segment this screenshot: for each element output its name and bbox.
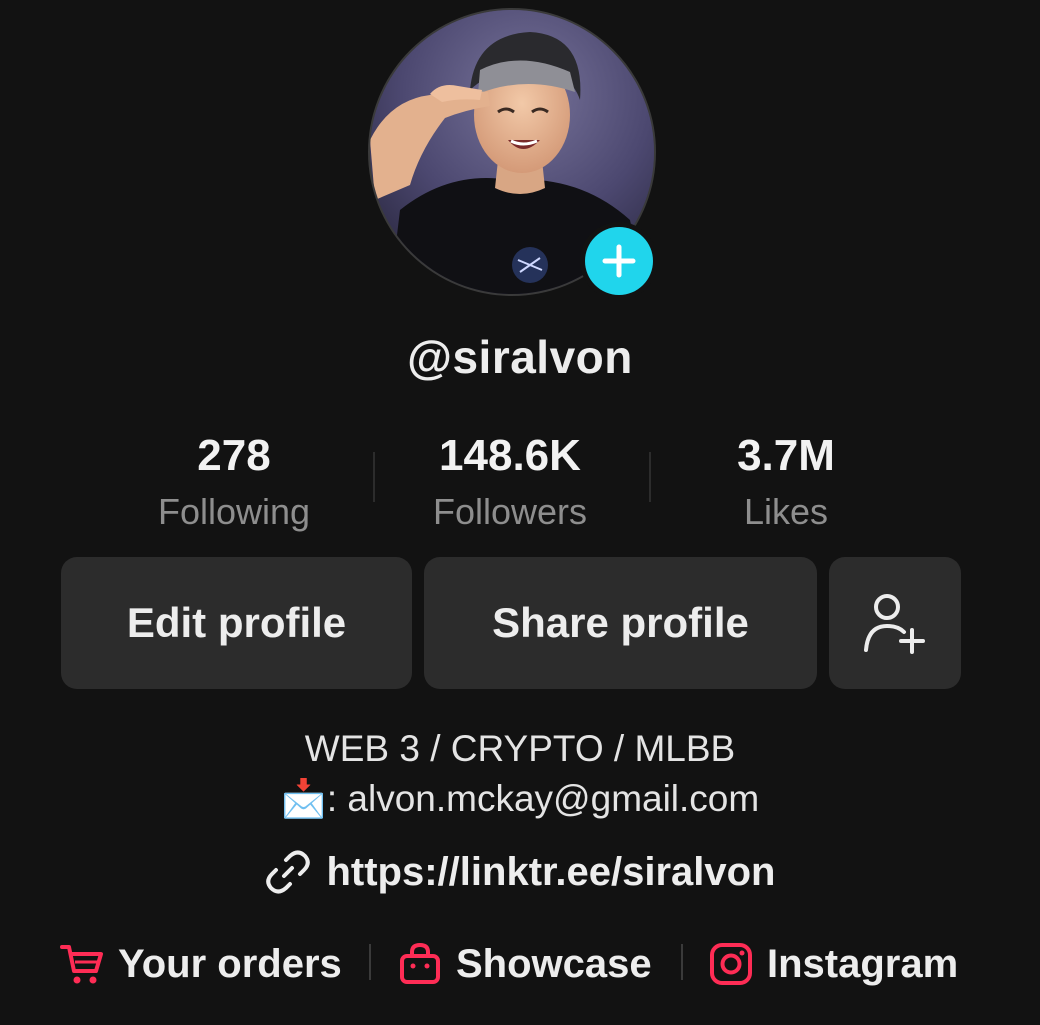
followers-label: Followers — [432, 491, 588, 532]
followers-count: 148.6K — [439, 431, 581, 480]
your-orders-link[interactable]: Your orders — [60, 936, 342, 992]
instagram-label: Instagram — [767, 941, 959, 986]
edit-profile-label: Edit profile — [126, 599, 347, 646]
following-count: 278 — [197, 431, 271, 480]
add-avatar-button[interactable] — [580, 222, 658, 300]
inbox-tray-icon: 📩 — [280, 778, 327, 819]
link-separator — [369, 944, 371, 980]
likes-label: Likes — [743, 491, 829, 532]
link-icon — [266, 850, 311, 894]
bio-line-1: WEB 3 / CRYPTO / MLBB — [304, 728, 736, 769]
bio-link-text: https://linktr.ee/siralvon — [326, 849, 776, 894]
bio-email: : alvon.mckay@gmail.com — [326, 778, 760, 819]
add-friends-button[interactable] — [829, 557, 961, 689]
following-label: Following — [157, 491, 311, 532]
instagram-icon — [710, 943, 752, 985]
showcase-link[interactable]: Showcase — [398, 936, 652, 992]
likes-stat[interactable]: 3.7M Likes — [696, 430, 876, 534]
share-profile-label: Share profile — [492, 599, 749, 646]
person-add-icon — [864, 594, 925, 654]
instagram-link[interactable]: Instagram — [709, 936, 958, 992]
followers-stat[interactable]: 148.6K Followers — [405, 430, 615, 534]
share-profile-button[interactable]: Share profile — [424, 557, 817, 689]
stat-divider — [373, 452, 375, 502]
stat-divider — [649, 452, 651, 502]
link-separator — [681, 944, 683, 980]
add-avatar-badge — [585, 227, 653, 295]
profile-page: @siralvon 278 Following 148.6K Followers… — [0, 0, 1040, 1025]
username: @siralvon — [407, 331, 633, 383]
shopping-bag-icon — [400, 942, 440, 984]
showcase-label: Showcase — [456, 941, 652, 986]
following-stat[interactable]: 278 Following — [134, 430, 334, 534]
bio-link[interactable]: https://linktr.ee/siralvon — [0, 848, 1040, 896]
your-orders-label: Your orders — [118, 941, 342, 986]
cart-icon — [60, 945, 103, 984]
plus-icon — [602, 244, 636, 278]
likes-count: 3.7M — [737, 431, 835, 480]
edit-profile-button[interactable]: Edit profile — [61, 557, 412, 689]
bio-email-line: 📩: alvon.mckay@gmail.com — [0, 778, 1040, 821]
